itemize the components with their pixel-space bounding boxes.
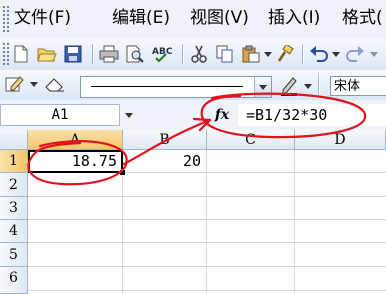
- menu-insert[interactable]: 插入(I): [268, 6, 320, 30]
- menu-edit[interactable]: 编辑(E): [112, 6, 170, 30]
- column-header-b[interactable]: B: [123, 130, 207, 150]
- menu-format[interactable]: 格式(: [342, 6, 383, 30]
- edit-notes-icon[interactable]: [4, 73, 26, 95]
- menu-grip[interactable]: [2, 5, 10, 33]
- cut-icon[interactable]: [188, 43, 210, 65]
- name-box-dropdown-icon[interactable]: [122, 107, 136, 123]
- paste-icon[interactable]: [240, 43, 262, 65]
- open-folder-icon[interactable]: [36, 43, 58, 65]
- column-header-a[interactable]: A: [28, 130, 123, 150]
- insert-function-icon[interactable]: fx: [212, 104, 232, 126]
- copy-icon[interactable]: [214, 43, 236, 65]
- worksheet-grid[interactable]: A B C D 1 2 3 4 5 6 18.75 20: [0, 130, 386, 294]
- row-header-5[interactable]: 5: [0, 243, 28, 267]
- line-style-dropdown[interactable]: [80, 76, 272, 98]
- toolbar-grip[interactable]: [2, 42, 10, 66]
- spelling-icon[interactable]: ABC: [152, 43, 174, 65]
- row-header-3[interactable]: 3: [0, 197, 28, 220]
- line-style-preview: [91, 86, 243, 87]
- menu-bar: 文件(F) 编辑(E) 视图(V) 插入(I) 格式(: [0, 0, 386, 39]
- undo-icon[interactable]: [308, 43, 330, 65]
- excel-window: 文件(F) 编辑(E) 视图(V) 插入(I) 格式( ABC 宋体 A1 fx…: [0, 0, 386, 294]
- fill-handle[interactable]: [119, 169, 126, 176]
- row-header-2[interactable]: 2: [0, 173, 28, 197]
- column-header-c[interactable]: C: [207, 130, 295, 150]
- chevron-down-icon[interactable]: [254, 77, 271, 97]
- cell-b1[interactable]: 20: [123, 150, 207, 173]
- eraser-icon[interactable]: [44, 73, 66, 95]
- svg-text:ABC: ABC: [152, 47, 173, 57]
- font-name-field[interactable]: 宋体: [330, 76, 386, 96]
- select-all-corner[interactable]: [0, 130, 28, 150]
- new-document-icon[interactable]: [10, 43, 32, 65]
- print-icon[interactable]: [98, 43, 120, 65]
- standard-toolbar: ABC: [0, 38, 386, 71]
- name-box[interactable]: A1: [0, 104, 120, 126]
- row-header-1[interactable]: 1: [0, 150, 28, 173]
- column-header-d[interactable]: D: [295, 130, 386, 150]
- row-header-6[interactable]: 6: [0, 267, 28, 294]
- formula-input[interactable]: =B1/32*30: [238, 104, 386, 126]
- pen-color-icon[interactable]: [278, 75, 300, 97]
- format-painter-icon[interactable]: [274, 43, 296, 65]
- formula-bar: A1 fx =B1/32*30: [0, 100, 386, 131]
- row-header-4[interactable]: 4: [0, 220, 28, 243]
- redo-icon[interactable]: [344, 43, 366, 65]
- save-icon[interactable]: [62, 43, 84, 65]
- active-cell-border: [28, 150, 123, 173]
- print-preview-icon[interactable]: [124, 43, 146, 65]
- menu-file[interactable]: 文件(F): [14, 6, 71, 30]
- menu-view[interactable]: 视图(V): [190, 6, 249, 30]
